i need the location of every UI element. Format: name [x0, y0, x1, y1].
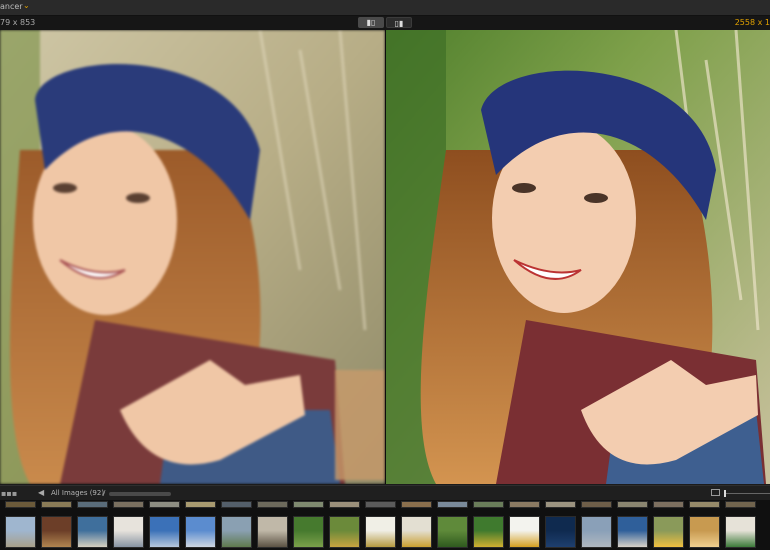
thumbnail-size-slider[interactable]	[724, 493, 770, 494]
thumbnail[interactable]	[293, 501, 324, 508]
thumbnail[interactable]	[581, 501, 612, 508]
redacted-path	[109, 492, 171, 496]
thumbnail[interactable]	[41, 516, 72, 548]
original-dimensions: 79 x 853	[0, 18, 36, 27]
thumbnail-row	[0, 516, 770, 548]
thumbnail[interactable]	[77, 501, 108, 508]
folder-label[interactable]: All Images (92)	[51, 489, 104, 497]
portrait-image-original	[0, 30, 385, 484]
thumbnail[interactable]	[545, 516, 576, 548]
thumbnail[interactable]	[41, 501, 72, 508]
thumbnail[interactable]	[473, 516, 504, 548]
thumbnail[interactable]	[77, 516, 108, 548]
thumbnail[interactable]	[653, 501, 684, 508]
filmstrip[interactable]	[0, 500, 770, 550]
thumbnail[interactable]	[185, 501, 216, 508]
thumbnail[interactable]	[149, 516, 180, 548]
portrait-image-enhanced	[386, 30, 770, 484]
thumbnail[interactable]	[185, 516, 216, 548]
thumbnail[interactable]	[365, 516, 396, 548]
thumbnail[interactable]	[293, 516, 324, 548]
side-by-side-toggle[interactable]: ▯▮	[386, 17, 412, 28]
thumbnail[interactable]	[221, 516, 252, 548]
slider-handle[interactable]	[724, 490, 726, 497]
enhanced-image-pane	[386, 30, 770, 484]
thumbnail[interactable]	[617, 501, 648, 508]
thumbnail[interactable]	[113, 501, 144, 508]
thumbnail[interactable]	[473, 501, 504, 508]
thumbnail[interactable]	[509, 516, 540, 548]
thumbnail[interactable]	[5, 501, 36, 508]
thumbnail[interactable]	[113, 516, 144, 548]
image-size-icon	[711, 489, 720, 496]
path-separator: /	[103, 489, 106, 497]
thumbnail[interactable]	[689, 501, 720, 508]
info-bar: 79 x 853 2558 x 1	[0, 16, 770, 30]
thumbnail[interactable]	[401, 516, 432, 548]
thumbnail[interactable]	[689, 516, 720, 548]
split-view-toggle[interactable]: ▮▯	[358, 17, 384, 28]
thumbnail[interactable]	[617, 516, 648, 548]
thumbnail[interactable]	[365, 501, 396, 508]
thumbnail[interactable]	[257, 501, 288, 508]
chevron-down-icon[interactable]: ⌄	[23, 1, 30, 10]
thumbnail[interactable]	[329, 516, 360, 548]
thumbnail[interactable]	[437, 516, 468, 548]
filmstrip-header: ▪▪▪ ◀ All Images (92) /	[0, 485, 770, 500]
back-arrow-icon[interactable]: ◀	[38, 488, 44, 497]
thumbnail-row-top	[0, 501, 770, 508]
thumbnail[interactable]	[257, 516, 288, 548]
thumbnail[interactable]	[437, 501, 468, 508]
thumbnail[interactable]	[149, 501, 180, 508]
thumbnail[interactable]	[725, 516, 756, 548]
thumbnail[interactable]	[221, 501, 252, 508]
image-viewer[interactable]	[0, 30, 770, 484]
thumbnail[interactable]	[545, 501, 576, 508]
enhanced-dimensions: 2558 x 1	[734, 18, 770, 27]
thumbnail[interactable]	[329, 501, 360, 508]
thumbnail[interactable]	[653, 516, 684, 548]
title-bar: ancer ⌄	[0, 0, 770, 16]
thumbnail[interactable]	[5, 516, 36, 548]
app-title: ancer	[0, 2, 23, 11]
split-view-icon: ▮▯	[366, 18, 376, 27]
side-by-side-icon: ▯▮	[394, 19, 404, 28]
original-image-pane	[0, 30, 385, 484]
grid-view-icon[interactable]: ▪▪▪	[1, 489, 17, 498]
thumbnail[interactable]	[581, 516, 612, 548]
thumbnail[interactable]	[509, 501, 540, 508]
thumbnail[interactable]	[725, 501, 756, 508]
thumbnail[interactable]	[401, 501, 432, 508]
